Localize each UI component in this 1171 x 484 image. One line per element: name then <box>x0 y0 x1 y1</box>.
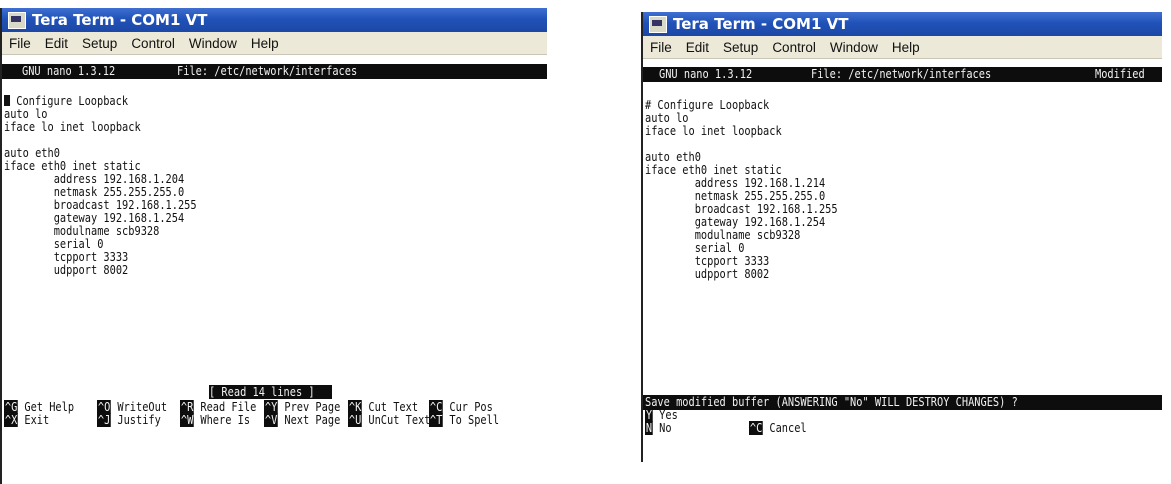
shortcut-next-page[interactable]: ^V Next Page <box>264 413 340 427</box>
title-bar[interactable]: Tera Term - COM1 VT <box>643 12 1162 36</box>
menu-help[interactable]: Help <box>244 36 286 51</box>
menu-window[interactable]: Window <box>182 36 244 51</box>
title-bar[interactable]: Tera Term - COM1 VT <box>2 8 547 32</box>
option-cancel[interactable]: ^C Cancel <box>749 421 807 435</box>
option-no[interactable]: N No <box>645 421 672 435</box>
nano-filename: File: /etc/network/interfaces <box>811 67 992 81</box>
menu-setup[interactable]: Setup <box>75 36 124 51</box>
menu-edit[interactable]: Edit <box>38 36 75 51</box>
window-title: Tera Term - COM1 VT <box>673 15 849 33</box>
file-line: udpport 8002 <box>4 263 129 277</box>
menu-bar: File Edit Setup Control Window Help <box>643 36 1162 59</box>
shortcut-justify[interactable]: ^J Justify <box>97 413 161 427</box>
file-line: udpport 8002 <box>645 267 770 281</box>
save-prompt: Save modified buffer (ANSWERING "No" WIL… <box>645 395 1018 409</box>
menu-control[interactable]: Control <box>124 36 182 51</box>
nano-filename: File: /etc/network/interfaces <box>177 64 358 78</box>
menu-file[interactable]: File <box>2 36 38 51</box>
tera-term-icon <box>8 11 26 29</box>
menu-window[interactable]: Window <box>823 40 885 55</box>
save-prompt-bar: Save modified buffer (ANSWERING "No" WIL… <box>643 395 1162 410</box>
terminal-area[interactable]: GNU nano 1.3.12 File: /etc/network/inter… <box>2 55 547 484</box>
nano-version: GNU nano 1.3.12 <box>22 64 116 78</box>
menu-control[interactable]: Control <box>765 40 823 55</box>
terminal-area[interactable]: GNU nano 1.3.12 File: /etc/network/inter… <box>643 59 1162 462</box>
shortcut-where-is[interactable]: ^W Where Is <box>180 413 250 427</box>
nano-title-bar: GNU nano 1.3.12 File: /etc/network/inter… <box>643 67 1162 82</box>
menu-edit[interactable]: Edit <box>679 40 716 55</box>
menu-help[interactable]: Help <box>885 40 927 55</box>
menu-file[interactable]: File <box>643 40 679 55</box>
tera-term-window-left: Tera Term - COM1 VT File Edit Setup Cont… <box>0 8 547 484</box>
status-message: [ Read 14 lines ] <box>209 385 332 399</box>
nano-version: GNU nano 1.3.12 <box>659 67 753 81</box>
file-line: iface lo inet loopback <box>645 124 782 138</box>
window-title: Tera Term - COM1 VT <box>32 11 208 29</box>
tera-term-icon <box>649 15 667 33</box>
shortcut-uncut-text[interactable]: ^U UnCut Text <box>348 413 431 427</box>
nano-title-bar: GNU nano 1.3.12 File: /etc/network/inter… <box>2 64 547 79</box>
menu-setup[interactable]: Setup <box>716 40 765 55</box>
shortcut-to-spell[interactable]: ^T To Spell <box>429 413 499 427</box>
modified-indicator: Modified <box>1095 67 1145 81</box>
menu-bar: File Edit Setup Control Window Help <box>2 32 547 55</box>
shortcut-exit[interactable]: ^X Exit <box>4 413 49 427</box>
tera-term-window-right: Tera Term - COM1 VT File Edit Setup Cont… <box>641 12 1162 462</box>
file-line: iface lo inet loopback <box>4 120 141 134</box>
